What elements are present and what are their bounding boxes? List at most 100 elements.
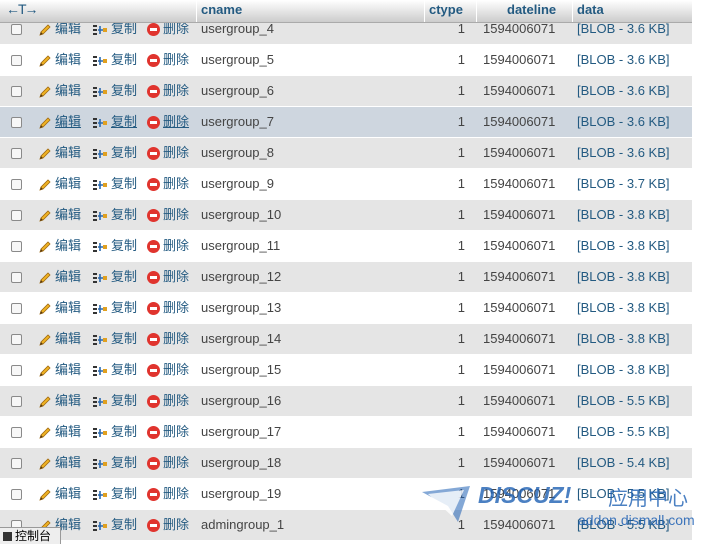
copy-link[interactable]: 复制	[92, 417, 137, 448]
delete-link[interactable]: 删除	[147, 45, 189, 76]
edit-link[interactable]: 编辑	[38, 200, 81, 231]
copy-link[interactable]: 复制	[92, 231, 137, 262]
row-checkbox[interactable]	[11, 55, 22, 66]
delete-link[interactable]: 删除	[147, 448, 189, 479]
cell-data-blob[interactable]: [BLOB - 3.8 KB]	[577, 355, 670, 386]
table-row[interactable]: 编辑 复制 删除 usergroup_16 1 1594006071 [BLOB - 5.5…	[0, 386, 692, 417]
table-row[interactable]: 编辑 复制 删除 usergroup_15 1 1594006071 [BLOB - 3.8…	[0, 355, 692, 386]
table-row[interactable]: 编辑 复制 删除 usergroup_12 1 1594006071 [BLOB - 3.8…	[0, 262, 692, 293]
cell-data-blob[interactable]: [BLOB - 5.5 KB]	[577, 510, 670, 541]
header-dateline[interactable]: dateline	[476, 0, 572, 22]
cell-data-blob[interactable]: [BLOB - 5.5 KB]	[577, 417, 670, 448]
header-cname[interactable]: cname	[196, 0, 424, 22]
copy-link[interactable]: 复制	[92, 76, 137, 107]
cell-data-blob[interactable]: [BLOB - 5.4 KB]	[577, 448, 670, 479]
row-checkbox[interactable]	[11, 334, 22, 345]
table-row[interactable]: 编辑 复制 删除 usergroup_8 1 1594006071 [BLOB - 3.6 …	[0, 138, 692, 169]
edit-link[interactable]: 编辑	[38, 479, 81, 510]
row-checkbox[interactable]	[11, 427, 22, 438]
column-arrows[interactable]: ←T→	[6, 1, 39, 17]
row-checkbox[interactable]	[11, 148, 22, 159]
row-checkbox[interactable]	[11, 241, 22, 252]
row-checkbox[interactable]	[11, 117, 22, 128]
copy-link[interactable]: 复制	[92, 138, 137, 169]
cell-data-blob[interactable]: [BLOB - 3.8 KB]	[577, 324, 670, 355]
copy-link[interactable]: 复制	[92, 510, 137, 541]
copy-link[interactable]: 复制	[92, 45, 137, 76]
table-row[interactable]: 编辑 复制 删除 usergroup_19 1 1594006071 [BLOB - 5.5…	[0, 479, 692, 510]
cell-data-blob[interactable]: [BLOB - 3.8 KB]	[577, 231, 670, 262]
edit-link[interactable]: 编辑	[38, 138, 81, 169]
copy-link[interactable]: 复制	[92, 169, 137, 200]
cell-data-blob[interactable]: [BLOB - 3.6 KB]	[577, 107, 670, 138]
delete-link[interactable]: 删除	[147, 510, 189, 541]
table-row[interactable]: 编辑 复制 删除 usergroup_7 1 1594006071 [BLOB - 3.6 …	[0, 107, 692, 138]
copy-link[interactable]: 复制	[92, 448, 137, 479]
delete-link[interactable]: 删除	[147, 417, 189, 448]
delete-link[interactable]: 删除	[147, 262, 189, 293]
delete-link[interactable]: 删除	[147, 200, 189, 231]
cell-data-blob[interactable]: [BLOB - 3.8 KB]	[577, 200, 670, 231]
cell-data-blob[interactable]: [BLOB - 5.5 KB]	[577, 479, 670, 510]
header-data[interactable]: data	[572, 0, 692, 22]
table-row[interactable]: 编辑 复制 删除 usergroup_5 1 1594006071 [BLOB - 3.6 …	[0, 45, 692, 76]
row-checkbox[interactable]	[11, 24, 22, 35]
delete-link[interactable]: 删除	[147, 231, 189, 262]
cell-data-blob[interactable]: [BLOB - 3.6 KB]	[577, 138, 670, 169]
delete-link[interactable]: 删除	[147, 479, 189, 510]
table-row[interactable]: 编辑 复制 删除 usergroup_17 1 1594006071 [BLOB - 5.5…	[0, 417, 692, 448]
edit-link[interactable]: 编辑	[38, 169, 81, 200]
edit-link[interactable]: 编辑	[38, 448, 81, 479]
row-checkbox[interactable]	[11, 489, 22, 500]
row-checkbox[interactable]	[11, 396, 22, 407]
table-row[interactable]: 编辑 复制 删除 usergroup_11 1 1594006071 [BLOB - 3.8…	[0, 231, 692, 262]
edit-link[interactable]: 编辑	[38, 355, 81, 386]
edit-link[interactable]: 编辑	[38, 324, 81, 355]
delete-link[interactable]: 删除	[147, 107, 189, 138]
edit-link[interactable]: 编辑	[38, 231, 81, 262]
copy-link[interactable]: 复制	[92, 200, 137, 231]
edit-link[interactable]: 编辑	[38, 76, 81, 107]
row-checkbox[interactable]	[11, 303, 22, 314]
cell-data-blob[interactable]: [BLOB - 3.7 KB]	[577, 169, 670, 200]
edit-link[interactable]: 编辑	[38, 417, 81, 448]
row-checkbox[interactable]	[11, 272, 22, 283]
delete-link[interactable]: 删除	[147, 138, 189, 169]
edit-link[interactable]: 编辑	[38, 107, 81, 138]
table-row[interactable]: 编辑 复制 删除 usergroup_14 1 1594006071 [BLOB - 3.8…	[0, 324, 692, 355]
edit-link[interactable]: 编辑	[38, 262, 81, 293]
copy-link[interactable]: 复制	[92, 386, 137, 417]
copy-link[interactable]: 复制	[92, 355, 137, 386]
copy-link[interactable]: 复制	[92, 262, 137, 293]
copy-link[interactable]: 复制	[92, 107, 137, 138]
table-row[interactable]: 编辑 复制 删除 usergroup_9 1 1594006071 [BLOB - 3.7 …	[0, 169, 692, 200]
delete-link[interactable]: 删除	[147, 386, 189, 417]
copy-link[interactable]: 复制	[92, 293, 137, 324]
cell-data-blob[interactable]: [BLOB - 5.5 KB]	[577, 386, 670, 417]
table-row[interactable]: 编辑 复制 删除 usergroup_18 1 1594006071 [BLOB - 5.4…	[0, 448, 692, 479]
delete-link[interactable]: 删除	[147, 76, 189, 107]
delete-link[interactable]: 删除	[147, 324, 189, 355]
edit-link[interactable]: 编辑	[38, 386, 81, 417]
row-checkbox[interactable]	[11, 179, 22, 190]
delete-link[interactable]: 删除	[147, 169, 189, 200]
header-ctype[interactable]: ctype	[424, 0, 476, 22]
row-checkbox[interactable]	[11, 86, 22, 97]
console-toggle[interactable]: 控制台	[0, 527, 61, 544]
table-row[interactable]: 编辑 复制 删除 usergroup_6 1 1594006071 [BLOB - 3.6 …	[0, 76, 692, 107]
table-row[interactable]: 编辑 复制 删除 admingroup_1 1 1594006071 [BLOB - 5.5…	[0, 510, 692, 541]
cell-data-blob[interactable]: [BLOB - 3.8 KB]	[577, 293, 670, 324]
edit-link[interactable]: 编辑	[38, 293, 81, 324]
row-checkbox[interactable]	[11, 365, 22, 376]
delete-link[interactable]: 删除	[147, 355, 189, 386]
copy-link[interactable]: 复制	[92, 479, 137, 510]
cell-data-blob[interactable]: [BLOB - 3.6 KB]	[577, 45, 670, 76]
delete-link[interactable]: 删除	[147, 293, 189, 324]
row-checkbox[interactable]	[11, 210, 22, 221]
edit-link[interactable]: 编辑	[38, 45, 81, 76]
cell-data-blob[interactable]: [BLOB - 3.8 KB]	[577, 262, 670, 293]
copy-link[interactable]: 复制	[92, 324, 137, 355]
cell-data-blob[interactable]: [BLOB - 3.6 KB]	[577, 76, 670, 107]
table-row[interactable]: 编辑 复制 删除 usergroup_13 1 1594006071 [BLOB - 3.8…	[0, 293, 692, 324]
table-row[interactable]: 编辑 复制 删除 usergroup_10 1 1594006071 [BLOB - 3.8…	[0, 200, 692, 231]
